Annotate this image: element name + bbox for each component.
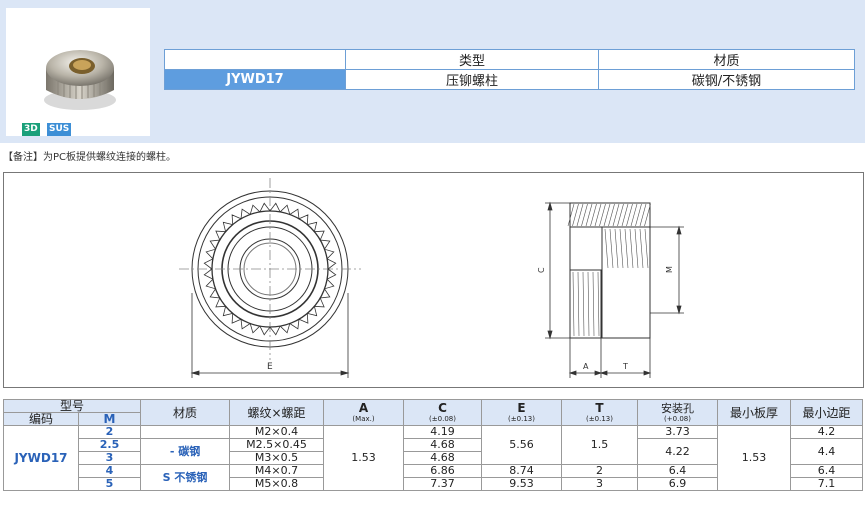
spec-thread: M5×0.8	[229, 477, 325, 491]
header-a-tol: (Max.)	[352, 415, 375, 423]
header-hole: 安装孔 (+0.08)	[637, 399, 719, 426]
header-e-tol: (±0.13)	[508, 415, 535, 423]
header-t: T (±0.13)	[561, 399, 639, 426]
thread-line	[604, 228, 609, 269]
info-header-row: 编码 类型 材质	[164, 49, 855, 70]
spec-m: 4	[77, 464, 142, 478]
spec-m: 2.5	[77, 438, 142, 452]
spec-code: JYWD17	[3, 425, 79, 491]
thread-line	[619, 228, 624, 269]
technical-drawing: E C M A T	[3, 172, 864, 388]
dimension-c	[545, 201, 570, 340]
spec-edge: 4.2	[790, 425, 864, 439]
front-view	[179, 178, 361, 360]
dim-label-e: E	[267, 362, 273, 372]
info-code-value: JYWD17	[164, 69, 346, 90]
dim-label-c: C	[537, 267, 546, 273]
spec-edge: 4.4	[790, 438, 864, 465]
spec-hole: 4.22	[637, 438, 719, 465]
thread-line	[614, 228, 619, 269]
dim-label-a: A	[583, 362, 589, 371]
spec-t: 1.5	[561, 425, 639, 465]
thread-line	[639, 228, 644, 269]
header-c-label: C	[438, 401, 447, 415]
dim-label-m: M	[665, 266, 674, 273]
spec-edge: 6.4	[790, 464, 864, 478]
drawing-svg: E C M A T	[179, 178, 684, 378]
header-hole-label: 安装孔	[661, 402, 695, 415]
nut-photo-illustration	[44, 50, 116, 110]
spec-c: 4.19	[403, 425, 483, 439]
header-min-edge: 最小边距	[790, 399, 864, 426]
thread-line	[629, 228, 634, 269]
product-photo: 3D SUS	[6, 8, 150, 136]
header-t-tol: (±0.13)	[586, 415, 613, 423]
spec-a: 1.53	[323, 425, 405, 491]
header-min-thickness: 最小板厚	[717, 399, 792, 426]
spec-table: 型号 材质 螺纹×螺距 A (Max.) C (±0.08) E (±0.13) T(…	[2, 399, 864, 491]
sus-badge[interactable]: SUS	[47, 123, 72, 136]
header-code: 编码	[3, 412, 79, 426]
spec-e: 5.56	[481, 425, 563, 465]
spec-material-empty	[140, 425, 231, 439]
spec-hole: 6.9	[637, 477, 719, 491]
header-thread: 螺纹×螺距	[229, 399, 325, 426]
spec-m: 3	[77, 451, 142, 465]
3d-badge[interactable]: 3D	[22, 123, 40, 136]
header-model: 型号	[2, 399, 142, 413]
dim-label-t: T	[622, 362, 628, 371]
spec-thread: M4×0.7	[229, 464, 325, 478]
thread-line	[634, 228, 639, 269]
spec-min-thickness: 1.53	[717, 425, 792, 491]
spec-e: 9.53	[481, 477, 563, 491]
spec-header-row-1: 型号 材质 螺纹×螺距 A (Max.) C (±0.08) E (±0.13) T(…	[2, 399, 864, 426]
spec-material-carbon: - 碳钢	[140, 438, 231, 465]
spec-hole: 3.73	[637, 425, 719, 439]
thread-line	[624, 228, 629, 269]
spec-edge: 7.1	[790, 477, 864, 491]
spec-c: 6.86	[403, 464, 483, 478]
header-e: E (±0.13)	[481, 399, 563, 426]
product-info-table: 编码 类型 材质 JYWD17 压铆螺柱 碳钢/不锈钢	[164, 49, 855, 90]
header-hole-tol: (+0.08)	[664, 415, 691, 423]
info-header-type: 类型	[345, 49, 599, 70]
header-t-label: T	[595, 401, 604, 415]
thread-line	[609, 228, 614, 269]
spec-c: 4.68	[403, 438, 483, 452]
header-material: 材质	[140, 399, 231, 426]
info-header-material: 材质	[598, 49, 855, 70]
info-header-code: 编码	[164, 49, 346, 70]
spec-t: 3	[561, 477, 639, 491]
spec-thread: M2.5×0.45	[229, 438, 325, 452]
spec-c: 7.37	[403, 477, 483, 491]
header-a-label: A	[358, 401, 369, 415]
remark-text: 【备注】为PC板提供螺纹连接的螺柱。	[3, 152, 177, 163]
header-e-label: E	[517, 401, 526, 415]
spec-m: 2	[77, 425, 142, 439]
dimension-a-t	[568, 338, 652, 378]
spec-material-stainless: S 不锈钢	[140, 464, 231, 491]
header-c-tol: (±0.08)	[429, 415, 456, 423]
thread-line	[644, 228, 649, 269]
info-value-row: JYWD17 压铆螺柱 碳钢/不锈钢	[164, 69, 855, 90]
spec-row: JYWD17 2 M2×0.4 1.53 4.19 5.56 1.5 3.73 …	[3, 425, 864, 491]
header-m: M	[77, 412, 142, 426]
info-material-value: 碳钢/不锈钢	[598, 69, 855, 90]
spec-m: 5	[77, 477, 142, 491]
header-c: C (±0.08)	[403, 399, 483, 426]
spec-hole: 6.4	[637, 464, 719, 478]
product-header-band: 3D SUS 编码 类型 材质 JYWD17 压铆螺柱 碳钢/不锈钢	[0, 0, 865, 143]
spec-thread: M3×0.5	[229, 451, 325, 465]
spec-c: 4.68	[403, 451, 483, 465]
spec-e: 8.74	[481, 464, 563, 478]
spec-t: 2	[561, 464, 639, 478]
spec-thread: M2×0.4	[229, 425, 325, 439]
info-type-value: 压铆螺柱	[345, 69, 599, 90]
header-a: A (Max.)	[323, 399, 405, 426]
